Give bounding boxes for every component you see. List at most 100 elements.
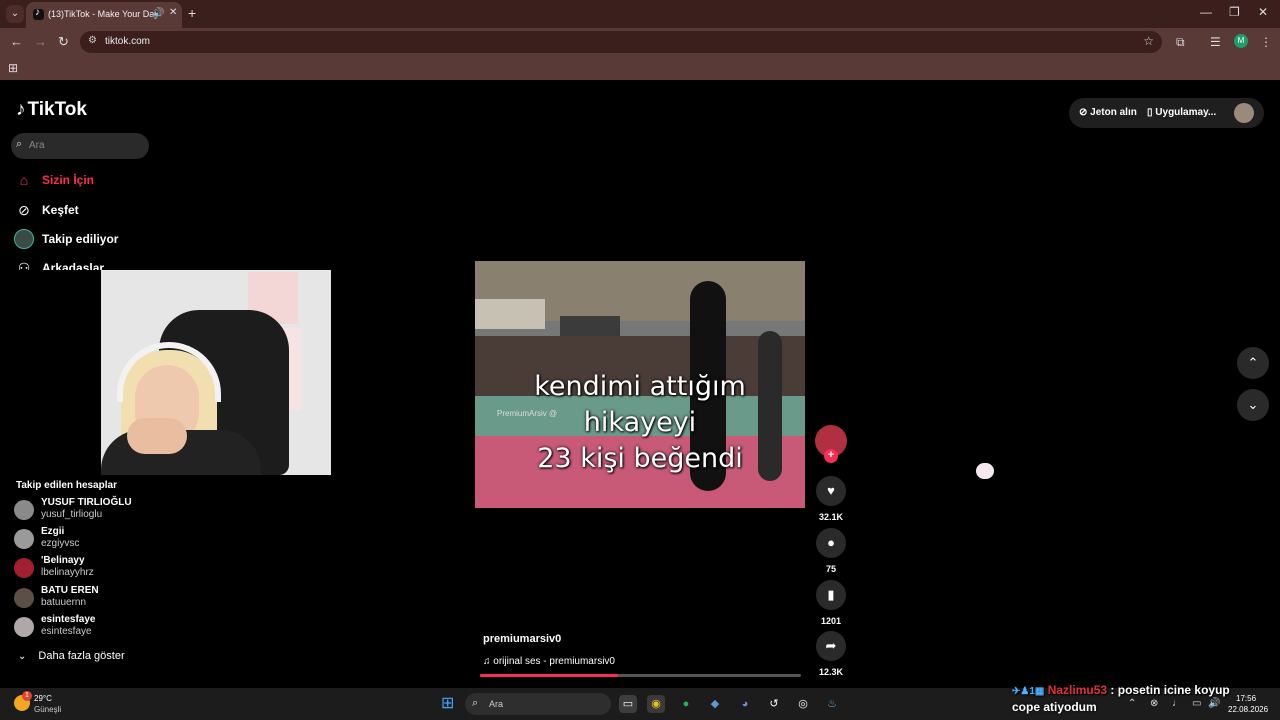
follow-button[interactable]: + — [824, 449, 838, 463]
account-name: esintesfaye — [41, 614, 96, 625]
save-count: 1201 — [820, 616, 842, 626]
weather-temperature: 29°C — [34, 694, 52, 703]
app-icon[interactable]: ↺ — [765, 695, 783, 713]
caption-line: hikayeyi — [583, 407, 697, 438]
save-button[interactable]: ▮ 1201 — [815, 580, 847, 626]
comment-icon: ● — [816, 528, 846, 558]
video-music[interactable]: ♫ orijinal ses - premiumarsiv0 — [483, 656, 615, 667]
browser-menu-icon[interactable]: ⋮ — [1260, 35, 1272, 49]
bookmark-star-icon[interactable]: ☆ — [1143, 34, 1154, 48]
bookmarks-bar: ⊞ — [0, 56, 1280, 80]
comment-button[interactable]: ● 75 — [815, 528, 847, 574]
tab-search-button[interactable]: ⌄ — [6, 5, 24, 23]
windows-start-icon[interactable]: ⊞ — [441, 696, 457, 712]
media-controls-icon[interactable]: ☰ — [1210, 35, 1221, 49]
like-count: 32.1K — [818, 512, 844, 522]
video-player[interactable]: PremiumArsiv @ kendimi attığım hikayeyi … — [475, 261, 805, 508]
nav-following[interactable]: Takip ediliyor — [14, 228, 118, 250]
nav-explore[interactable]: ⊘ Keşfet — [14, 199, 79, 221]
site-info-icon[interactable]: ⚙ — [88, 35, 97, 46]
logo-text: TikTok — [27, 99, 87, 120]
video-progress-bar[interactable] — [480, 674, 801, 677]
like-button[interactable]: ♥ 32.1K — [815, 476, 847, 522]
music-label: orijinal ses - premiumarsiv0 — [493, 656, 615, 667]
avatar — [14, 617, 34, 637]
home-icon: ⌂ — [19, 172, 29, 188]
search-input[interactable]: ⌕ Ara — [11, 133, 149, 159]
chat-badge: 1 — [1029, 686, 1035, 697]
profile-avatar[interactable] — [1234, 103, 1254, 123]
restore-button[interactable]: ❐ — [1229, 5, 1240, 19]
nav-for-you[interactable]: ⌂ Sizin İçin — [14, 169, 94, 191]
address-bar[interactable]: ⚙ tiktok.com ☆ — [80, 31, 1162, 53]
get-app-label: Uygulamay... — [1155, 107, 1217, 118]
chat-text: : posetin icine koyup — [1110, 683, 1230, 697]
chat-text-continued: cope atiyodum — [1012, 700, 1097, 714]
account-name: YUSUF TIRLIOĞLU — [41, 497, 132, 508]
share-icon: ➦ — [816, 631, 846, 661]
reload-button[interactable]: ↻ — [58, 34, 69, 50]
tiktok-logo[interactable]: ♪ TikTok — [16, 99, 87, 121]
stream-chat-overlay: ✈♟1▦ Nazlimu53 : posetin icine koyup cop… — [1012, 683, 1262, 714]
back-button[interactable]: ← — [10, 34, 23, 49]
share-button[interactable]: ➦ 12.3K — [815, 631, 847, 677]
video-progress-fill — [480, 674, 619, 677]
previous-video-button[interactable]: ⌃ — [1237, 347, 1269, 379]
heart-icon: ♥ — [816, 476, 846, 506]
browser-toolbar: ← → ↻ ⚙ tiktok.com ☆ ⧉ ☰ M ⋮ — [0, 28, 1280, 56]
chat-message: ✈♟1▦ Nazlimu53 : posetin icine koyup — [1012, 683, 1262, 697]
account-handle: yusuf_tirlioglu — [41, 509, 103, 520]
get-coins-button[interactable]: ⊘ Jeton alın — [1079, 107, 1137, 118]
account-handle: lbelinayyhrz — [41, 567, 94, 578]
show-more-button[interactable]: ⌄ Daha fazla göster — [18, 650, 125, 662]
nav-label: Takip ediliyor — [42, 232, 119, 246]
webcam-overlay — [0, 270, 331, 475]
account-handle: esintesfaye — [41, 626, 92, 637]
bookmark-icon: ▮ — [816, 580, 846, 610]
tiktok-note-icon: ♪ — [16, 99, 26, 120]
close-window-button[interactable]: ✕ — [1258, 5, 1268, 19]
chat-username: Nazlimu53 — [1047, 683, 1108, 697]
extensions-icon[interactable]: ⧉ — [1176, 35, 1185, 50]
taskbar-search[interactable]: ⌕ Ara — [465, 693, 611, 715]
account-name: BATU EREN — [41, 585, 99, 596]
video-author[interactable]: premiumarsiv0 — [483, 633, 561, 645]
chevron-down-icon: ⌄ — [18, 650, 27, 662]
video-scene-store — [560, 316, 620, 336]
audio-playing-icon[interactable]: 🔊 — [152, 8, 164, 19]
url-text: tiktok.com — [105, 36, 151, 47]
browser-tab[interactable]: (13)TikTok - Make Your Day 🔊 ✕ — [26, 2, 182, 28]
nav-label: Keşfet — [42, 203, 79, 217]
close-tab-icon[interactable]: ✕ — [169, 7, 177, 18]
apps-grid-icon[interactable]: ⊞ — [8, 61, 18, 75]
new-tab-button[interactable]: + — [188, 5, 196, 21]
taskbar-search-label: Ara — [489, 699, 504, 709]
app-icon[interactable]: ◆ — [706, 695, 724, 713]
chat-badges-icon: ✈♟1▦ — [1012, 686, 1045, 697]
search-icon: ⌕ — [472, 697, 479, 709]
comment-count: 75 — [825, 564, 836, 574]
forward-button[interactable]: → — [34, 34, 47, 49]
followed-accounts-title: Takip edilen hesaplar — [16, 480, 117, 491]
account-handle: batuuernn — [41, 597, 87, 608]
task-view-icon[interactable]: ▭ — [619, 695, 637, 713]
steam-icon[interactable]: ♨ — [823, 695, 841, 713]
search-icon: ⌕ — [16, 138, 23, 150]
minimize-button[interactable]: — — [1200, 5, 1212, 19]
obs-icon[interactable]: ◎ — [794, 695, 812, 713]
get-app-button[interactable]: ▯ Uygulamay... — [1147, 107, 1216, 118]
webcam-background — [101, 270, 331, 475]
account-handle: ezgiyvsc — [41, 538, 80, 549]
profile-avatar-button[interactable]: M — [1234, 34, 1248, 48]
discord-icon[interactable]: ◕ — [736, 695, 754, 713]
chrome-icon[interactable]: ◉ — [647, 695, 665, 713]
streamer-hand — [127, 418, 187, 454]
next-video-button[interactable]: ⌄ — [1237, 389, 1269, 421]
caption-line: 23 kişi beğendi — [537, 443, 743, 474]
tiktok-page: ♪ TikTok ⌕ Ara ⌂ Sizin İçin ⊘ Keşfet Taki… — [0, 80, 1280, 688]
nav-label: Sizin İçin — [42, 173, 95, 187]
avatar — [14, 500, 34, 520]
account-name: 'Belinayy — [41, 555, 85, 566]
spotify-icon[interactable]: ● — [677, 695, 695, 713]
cat-sticker-icon — [976, 463, 994, 479]
